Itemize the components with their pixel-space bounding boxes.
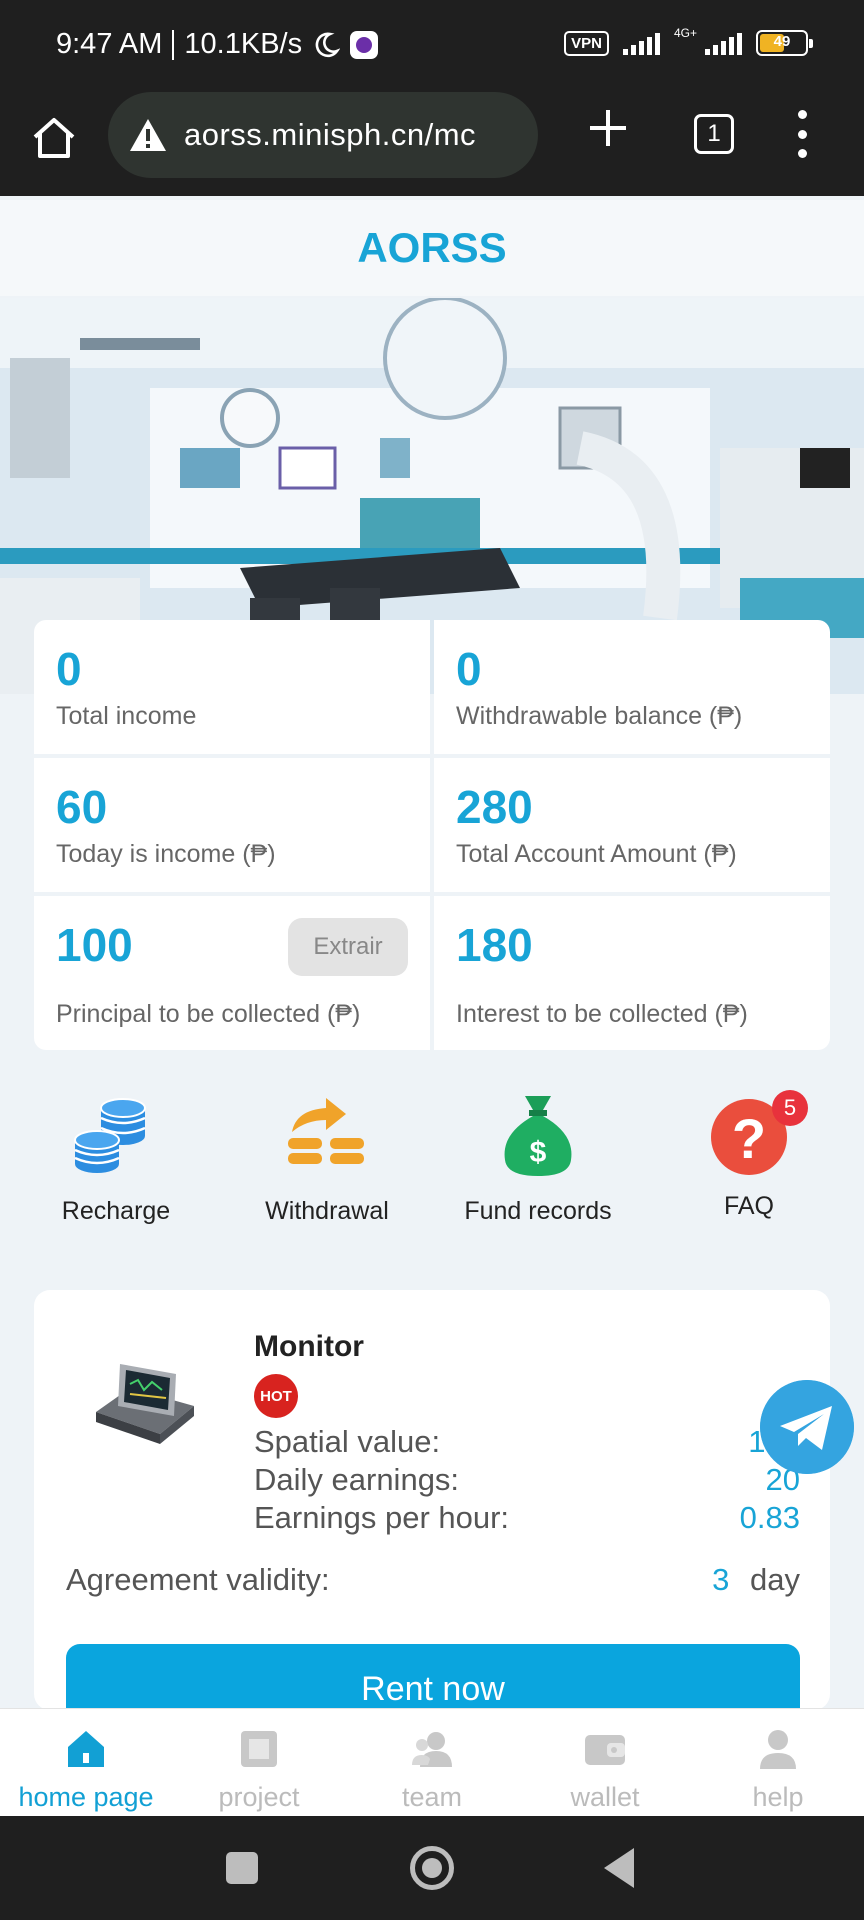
stat-total-income: 0 Total income: [34, 620, 430, 754]
stat-withdrawable-balance: 0 Withdrawable balance (₱): [434, 620, 830, 754]
new-tab-icon[interactable]: [586, 106, 630, 150]
hot-badge: HOT: [254, 1374, 298, 1418]
battery-level: 49: [773, 33, 791, 50]
stat-value: 0: [456, 643, 482, 695]
page-title: AORSS: [0, 200, 864, 296]
browser-toolbar: aorss.minisph.cn/mc 1: [0, 92, 864, 196]
row-label: Earnings per hour:: [254, 1500, 510, 1535]
stat-label: Total Account Amount (₱): [456, 840, 737, 868]
svg-text:$: $: [530, 1136, 547, 1169]
faq-button[interactable]: ? 5 FAQ: [649, 1090, 849, 1221]
warning-icon[interactable]: [128, 117, 168, 153]
battery-icon: 49: [756, 30, 813, 56]
fund-records-button[interactable]: $ Fund records: [438, 1090, 638, 1226]
svg-text:?: ?: [732, 1107, 766, 1170]
action-label: Recharge: [61, 1197, 171, 1225]
nav-label: project: [218, 1782, 300, 1812]
stat-label: Interest to be collected (₱): [456, 1000, 748, 1028]
address-bar[interactable]: aorss.minisph.cn/mc: [108, 92, 538, 178]
action-label: FAQ: [723, 1192, 774, 1220]
status-speed: 10.1KB/s: [184, 28, 303, 60]
network-type: 4G+: [673, 26, 697, 40]
row-label: Daily earnings:: [254, 1462, 460, 1497]
back-icon[interactable]: [604, 1848, 634, 1888]
nav-label: team: [401, 1782, 463, 1812]
more-menu-icon[interactable]: [796, 110, 808, 158]
stat-value: 0: [56, 643, 82, 695]
status-bar: 9:47 AM 10.1KB/s VPN 4G+ 49: [0, 0, 864, 92]
agreement-validity: Agreement validity: 3 day: [66, 1562, 800, 1598]
home-nav-icon: [68, 1731, 104, 1767]
coins-stack-icon: [74, 1098, 146, 1173]
nav-home[interactable]: home page: [0, 1727, 172, 1813]
stat-interest-to-collect: 180 Interest to be collected (₱): [434, 896, 830, 1050]
stat-total-account-amount: 280 Total Account Amount (₱): [434, 758, 830, 892]
faq-badge: 5: [772, 1090, 808, 1126]
stat-label: Withdrawable balance (₱): [456, 702, 743, 730]
url-text[interactable]: aorss.minisph.cn/mc: [184, 117, 476, 153]
product-name: Monitor: [254, 1330, 364, 1363]
nav-label: help: [752, 1782, 804, 1812]
moon-icon: [315, 32, 341, 57]
stats-grid: 0 Total income 0 Withdrawable balance (₱…: [34, 620, 830, 1052]
status-right: VPN 4G+ 49: [564, 26, 813, 56]
stat-label: Today is income (₱): [56, 840, 276, 868]
nav-help[interactable]: help: [692, 1727, 864, 1813]
nav-project[interactable]: project: [173, 1727, 345, 1813]
stat-principal-to-collect: 100 Principal to be collected (₱) Extrai…: [34, 896, 430, 1050]
signal-icon-2: [705, 31, 742, 55]
nav-wallet[interactable]: wallet: [519, 1727, 691, 1813]
money-bag-icon: $: [504, 1096, 572, 1176]
status-time: 9:47 AM: [56, 28, 163, 60]
product-row-spatial-value: Spatial value: 100: [254, 1424, 800, 1460]
stat-label: Principal to be collected (₱): [56, 1000, 361, 1028]
system-home-icon[interactable]: [410, 1846, 454, 1890]
rent-now-button[interactable]: Rent now: [66, 1644, 800, 1710]
tab-count-button[interactable]: 1: [694, 114, 734, 154]
status-separator: [172, 29, 175, 60]
product-row-earnings-per-hour: Earnings per hour: 0.83: [254, 1500, 800, 1536]
signal-icon: [622, 31, 660, 55]
validity-value: 3: [712, 1562, 730, 1597]
product-card: Monitor HOT Spatial value: 100 Daily ear…: [34, 1290, 830, 1710]
extrair-button[interactable]: Extrair: [288, 918, 408, 976]
action-label: Withdrawal: [265, 1197, 389, 1225]
bottom-navigation: home page project team wallet help: [0, 1708, 864, 1816]
action-label: Fund records: [464, 1197, 612, 1225]
nav-label: wallet: [570, 1782, 640, 1812]
recent-apps-icon[interactable]: [226, 1852, 258, 1884]
wallet-nav-icon: [585, 1735, 625, 1765]
nav-label: home page: [18, 1782, 154, 1812]
system-navigation-bar: [0, 1816, 864, 1920]
stat-value: 180: [456, 919, 533, 971]
row-value: 0.83: [739, 1500, 800, 1535]
faq-icon-wrap: ? 5: [704, 1090, 808, 1180]
stat-value: 280: [456, 781, 533, 833]
recharge-button[interactable]: Recharge: [16, 1090, 216, 1226]
notification-app-icon: [350, 30, 379, 59]
withdraw-coins-icon: [288, 1098, 364, 1164]
row-label: Spatial value:: [254, 1424, 441, 1459]
home-icon[interactable]: [28, 112, 80, 164]
project-nav-icon: [241, 1731, 277, 1767]
quick-actions: Recharge Withdrawal $ Fund records ? 5 F…: [0, 1090, 864, 1240]
vpn-badge: VPN: [564, 30, 609, 56]
status-left: 9:47 AM 10.1KB/s: [56, 28, 379, 61]
validity-unit: day: [750, 1562, 800, 1597]
nav-team[interactable]: team: [346, 1727, 518, 1813]
team-nav-icon: [412, 1732, 452, 1767]
stat-today-income: 60 Today is income (₱): [34, 758, 430, 892]
help-nav-icon: [760, 1730, 796, 1769]
monitor-device-image: [96, 1364, 194, 1444]
stat-value: 60: [56, 781, 108, 833]
product-row-daily-earnings: Daily earnings: 20: [254, 1462, 800, 1498]
validity-label: Agreement validity:: [66, 1562, 330, 1597]
withdrawal-button[interactable]: Withdrawal: [227, 1090, 427, 1226]
stat-label: Total income: [56, 702, 197, 730]
telegram-icon[interactable]: [760, 1380, 854, 1474]
